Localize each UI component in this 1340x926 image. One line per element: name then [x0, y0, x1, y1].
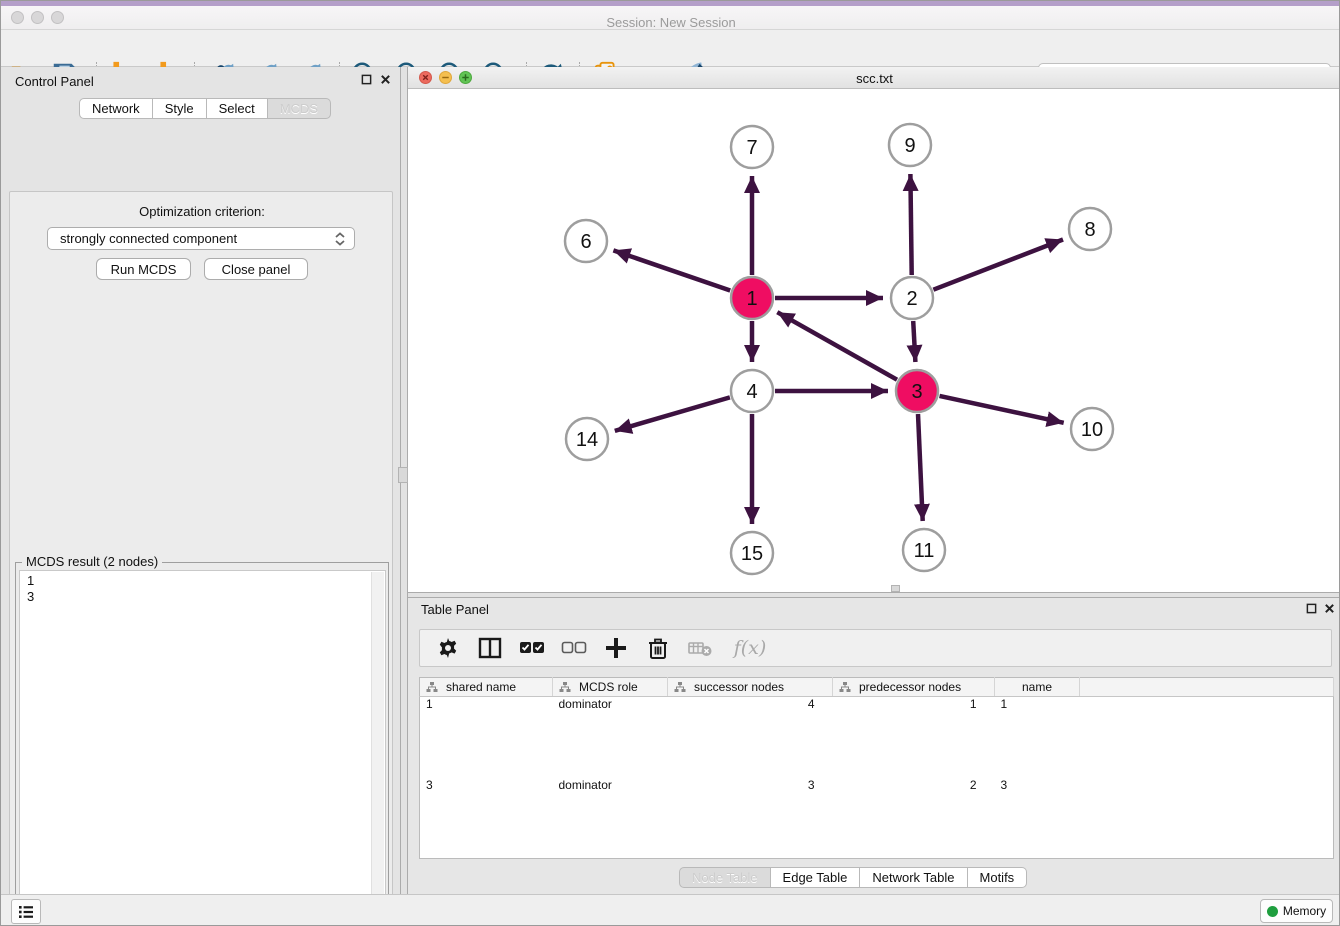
- graph-node-label: 10: [1081, 419, 1103, 441]
- graph-node-label: 14: [576, 429, 598, 451]
- add-column-icon[interactable]: [602, 634, 630, 662]
- graph-edge-3-10[interactable]: [940, 396, 1064, 423]
- memory-status-icon: [1267, 906, 1278, 917]
- graph-node-label: 6: [580, 231, 591, 253]
- tab-node-table[interactable]: Node Table: [679, 867, 771, 888]
- tab-edge-table[interactable]: Edge Table: [771, 867, 861, 888]
- column-header-filler: [1080, 678, 1334, 697]
- column-type-icon: [839, 681, 851, 693]
- close-table-panel-icon[interactable]: [1323, 602, 1336, 615]
- table-row[interactable]: 3 dominator 3 2 3: [420, 778, 1334, 859]
- toggle-column-panel-icon[interactable]: [476, 634, 504, 662]
- function-builder-icon-disabled: f(x): [728, 634, 772, 662]
- column-header-mcds-role[interactable]: MCDS role: [553, 678, 668, 697]
- criterion-dropdown[interactable]: strongly connected component: [47, 227, 355, 250]
- memory-button[interactable]: Memory: [1260, 899, 1333, 923]
- node-attribute-table[interactable]: shared name MCDS role successor nodes pr…: [419, 677, 1334, 859]
- mcds-result-list[interactable]: 1 3: [19, 570, 386, 926]
- tab-motifs[interactable]: Motifs: [968, 867, 1028, 888]
- status-bar: Memory: [1, 894, 1340, 926]
- vertical-splitter[interactable]: [401, 67, 408, 894]
- main-toolbar: [1, 30, 1340, 67]
- tab-style[interactable]: Style: [153, 98, 207, 119]
- tab-network-table[interactable]: Network Table: [860, 867, 967, 888]
- memory-label: Memory: [1283, 904, 1326, 918]
- delete-column-icon[interactable]: [644, 634, 672, 662]
- window-title: Session: New Session: [1, 15, 1340, 30]
- fx-label: f(x): [734, 637, 767, 659]
- control-panel: Control Panel Network Style Select MCDS …: [1, 67, 401, 894]
- application-window: Session: New Session: [0, 0, 1340, 926]
- table-header-row: shared name MCDS role successor nodes pr…: [420, 678, 1334, 697]
- column-header-name[interactable]: name: [995, 678, 1080, 697]
- graph-edge-4-14[interactable]: [615, 397, 730, 431]
- table-toolbar: f(x): [419, 629, 1332, 667]
- table-panel-title: Table Panel: [421, 602, 489, 617]
- network-window-title: scc.txt: [408, 71, 1340, 86]
- graph-node-label: 4: [746, 381, 757, 403]
- float-panel-icon[interactable]: [360, 73, 373, 86]
- list-icon: [18, 905, 34, 919]
- graph-node-label: 15: [741, 543, 763, 565]
- main-titlebar: Session: New Session: [1, 6, 1340, 30]
- splitter-grip[interactable]: [398, 467, 408, 483]
- table-panel: Table Panel: [408, 598, 1340, 894]
- network-graph[interactable]: 1 2 3 4 6 7 8 9 10 11 14 15: [408, 89, 1340, 592]
- table-settings-gear-icon[interactable]: [434, 634, 462, 662]
- delete-table-icon-disabled: [686, 634, 714, 662]
- float-table-panel-icon[interactable]: [1305, 602, 1318, 615]
- column-type-icon: [426, 681, 438, 693]
- mcds-panel: Optimization criterion: strongly connect…: [9, 191, 393, 926]
- criterion-value: strongly connected component: [60, 231, 332, 246]
- graph-edge-2-8[interactable]: [933, 240, 1063, 290]
- tab-mcds[interactable]: MCDS: [268, 98, 331, 119]
- graph-edge-2-9[interactable]: [910, 174, 911, 275]
- column-type-icon: [559, 681, 571, 693]
- graph-node-label: 9: [904, 135, 915, 157]
- mcds-result-item: 3: [27, 589, 385, 605]
- graph-node-label: 3: [911, 381, 922, 403]
- control-panel-tabs: Network Style Select MCDS: [79, 98, 331, 119]
- run-mcds-button[interactable]: Run MCDS: [96, 258, 191, 280]
- graph-edge-3-1[interactable]: [777, 312, 897, 380]
- graph-node-label: 2: [906, 288, 917, 310]
- deselect-all-icon[interactable]: [560, 634, 588, 662]
- graph-edge-3-11[interactable]: [918, 414, 923, 521]
- graph-node-label: 8: [1084, 219, 1095, 241]
- optimization-criterion-label: Optimization criterion:: [10, 204, 394, 219]
- column-header-shared-name[interactable]: shared name: [420, 678, 553, 697]
- mcds-result-item: 1: [27, 573, 385, 589]
- dropdown-stepper-icon: [332, 231, 348, 247]
- close-panel-icon[interactable]: [379, 73, 392, 86]
- table-tabs: Node Table Edge Table Network Table Moti…: [679, 867, 1027, 888]
- column-header-predecessor-nodes[interactable]: predecessor nodes: [833, 678, 995, 697]
- graph-edge-1-6[interactable]: [613, 250, 730, 290]
- close-panel-button[interactable]: Close panel: [204, 258, 308, 280]
- network-window-titlebar: scc.txt: [408, 67, 1340, 89]
- column-header-successor-nodes[interactable]: successor nodes: [668, 678, 833, 697]
- canvas-resize-grip[interactable]: [891, 585, 900, 592]
- mcds-result-title: MCDS result (2 nodes): [22, 554, 162, 569]
- select-all-icon[interactable]: [518, 634, 546, 662]
- mcds-result-group: MCDS result (2 nodes) 1 3: [15, 562, 389, 926]
- scrollbar-track[interactable]: [371, 572, 384, 926]
- graph-node-label: 7: [746, 137, 757, 159]
- graph-node-label: 1: [746, 288, 757, 310]
- tab-network[interactable]: Network: [79, 98, 153, 119]
- control-panel-title: Control Panel: [15, 74, 94, 89]
- show-log-button[interactable]: [11, 899, 41, 924]
- tab-select[interactable]: Select: [207, 98, 268, 119]
- table-row[interactable]: 1 dominator 4 1 1: [420, 697, 1334, 778]
- graph-node-label: 11: [914, 540, 935, 562]
- graph-edge-2-3[interactable]: [913, 321, 915, 362]
- column-type-icon: [674, 681, 686, 693]
- network-view-window: scc.txt 1 2 3 4 6 7 8 9 10 11 14 15: [408, 67, 1340, 593]
